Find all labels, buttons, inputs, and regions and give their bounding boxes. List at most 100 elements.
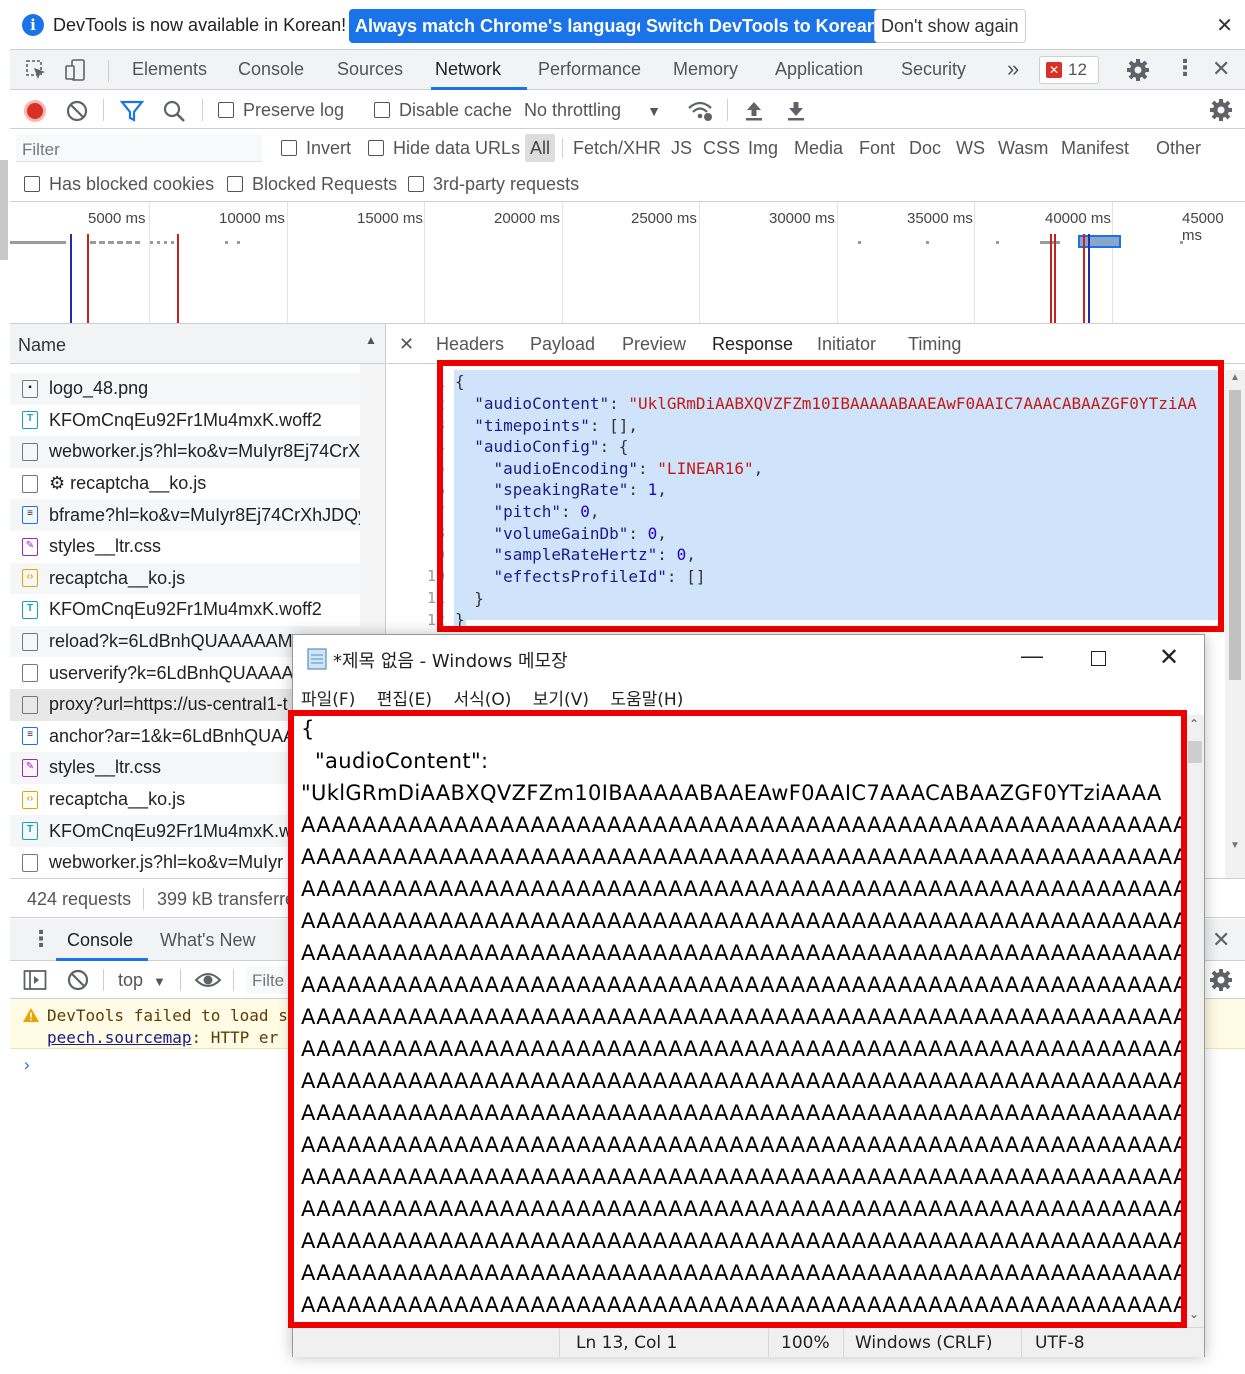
tab-application[interactable]: Application <box>775 59 863 80</box>
switch-to-korean-button[interactable]: Switch DevTools to Korean <box>640 9 884 43</box>
request-list-header: Name ▲ <box>10 324 385 364</box>
maximize-icon[interactable] <box>1091 651 1106 666</box>
filter-type-wasm[interactable]: Wasm <box>998 138 1048 159</box>
request-row[interactable]: T KFOmCnqEu92Fr1Mu4mxK.woff2 <box>10 405 360 437</box>
filter-type-font[interactable]: Font <box>859 138 895 159</box>
notepad-scrollbar[interactable]: ⌃ ⌄ <box>1186 715 1204 1327</box>
name-column-header[interactable]: Name <box>18 335 66 356</box>
tab-timing[interactable]: Timing <box>908 334 961 355</box>
tab-elements[interactable]: Elements <box>132 59 207 80</box>
close-devtools-icon[interactable]: ✕ <box>1212 56 1230 82</box>
clear-icon[interactable] <box>65 99 89 123</box>
request-name: ⚙ recaptcha__ko.js <box>49 473 207 494</box>
network-conditions-icon[interactable] <box>686 98 714 124</box>
error-counter[interactable]: ✕ 12 <box>1039 56 1099 84</box>
drawer-tab-console[interactable]: Console <box>67 930 133 951</box>
request-row[interactable]: T KFOmCnqEu92Fr1Mu4mxK.woff2 <box>10 594 360 626</box>
request-row[interactable]: ‹› recaptcha__ko.js <box>10 562 360 595</box>
always-match-language-button[interactable]: Always match Chrome's language <box>349 9 653 43</box>
close-detail-icon[interactable]: ✕ <box>399 334 414 355</box>
preserve-log-checkbox[interactable]: Preserve log <box>218 100 344 121</box>
menu-view[interactable]: 보기(V) <box>533 690 589 710</box>
tab-console[interactable]: Console <box>238 59 304 80</box>
menu-edit[interactable]: 편집(E) <box>377 690 432 710</box>
more-tabs-icon[interactable]: » <box>1007 56 1019 82</box>
more-options-icon[interactable]: ⋮ <box>1174 55 1196 81</box>
console-sidebar-icon[interactable] <box>23 969 47 991</box>
inspect-element-icon[interactable] <box>24 58 48 82</box>
has-blocked-cookies-checkbox[interactable]: Has blocked cookies <box>24 174 214 195</box>
drawer-tab-whats-new[interactable]: What's New <box>160 930 255 951</box>
menu-help[interactable]: 도움말(H) <box>610 690 683 710</box>
tab-headers[interactable]: Headers <box>436 334 504 355</box>
disable-cache-checkbox[interactable]: Disable cache <box>374 100 512 121</box>
blocked-requests-checkbox[interactable]: Blocked Requests <box>227 174 397 195</box>
tab-network[interactable]: Network <box>435 59 501 80</box>
close-drawer-icon[interactable]: ✕ <box>1212 927 1230 953</box>
filter-type-media[interactable]: Media <box>794 138 843 159</box>
throttling-select[interactable]: No throttling ▼ <box>524 100 661 121</box>
search-icon[interactable] <box>162 99 186 123</box>
notepad-title: *제목 없음 - Windows 메모장 <box>333 651 568 672</box>
other-file-icon <box>22 632 38 651</box>
response-scrollbar[interactable]: ▲ ▼ <box>1225 370 1245 878</box>
dont-show-again-button[interactable]: Don't show again <box>874 9 1026 43</box>
menu-format[interactable]: 서식(O) <box>453 690 511 710</box>
request-row[interactable]: ▪ logo_48.png <box>10 373 360 405</box>
tab-memory[interactable]: Memory <box>673 59 738 80</box>
tick-label: 15000 ms <box>357 210 423 227</box>
drawer-menu-icon[interactable]: ⋮ <box>30 926 52 952</box>
filter-placeholder: Filter <box>22 140 60 159</box>
filter-type-ws[interactable]: WS <box>956 138 985 159</box>
console-settings-gear-icon[interactable] <box>1208 967 1234 993</box>
request-row[interactable]: webworker.js?hl=ko&v=MuIyr8Ej74CrX <box>10 436 360 468</box>
device-toolbar-icon[interactable] <box>64 58 88 82</box>
filter-type-css[interactable]: CSS <box>703 138 740 159</box>
load-marker <box>1050 234 1052 323</box>
request-row[interactable]: ⚙ recaptcha__ko.js <box>10 468 360 500</box>
notepad-scrollbar-thumb[interactable] <box>1188 741 1202 763</box>
invert-checkbox[interactable]: Invert <box>281 138 351 159</box>
tab-performance[interactable]: Performance <box>538 59 641 80</box>
live-expression-eye-icon[interactable] <box>194 969 222 991</box>
filter-input[interactable]: Filter <box>16 134 262 162</box>
filter-type-other[interactable]: Other <box>1156 138 1201 159</box>
filter-type-manifest[interactable]: Manifest <box>1061 138 1129 159</box>
tab-security[interactable]: Security <box>901 59 966 80</box>
tab-preview[interactable]: Preview <box>622 334 686 355</box>
export-har-icon[interactable] <box>785 99 807 123</box>
menu-file[interactable]: 파일(F) <box>301 690 355 710</box>
filter-type-doc[interactable]: Doc <box>909 138 941 159</box>
scrollbar-thumb[interactable] <box>1229 390 1241 680</box>
console-prompt-icon[interactable]: › <box>24 1055 30 1075</box>
settings-gear-icon[interactable] <box>1125 57 1151 83</box>
timeline-overview[interactable]: 5000 ms 10000 ms 15000 ms 20000 ms 25000… <box>10 202 1245 324</box>
tab-initiator[interactable]: Initiator <box>817 334 876 355</box>
outer-scrollbar-thumb[interactable] <box>0 160 8 260</box>
close-icon[interactable]: ✕ <box>1216 13 1233 38</box>
context-selector[interactable]: top ▼ <box>118 970 166 991</box>
network-settings-gear-icon[interactable] <box>1208 97 1234 123</box>
tab-payload[interactable]: Payload <box>530 334 595 355</box>
minimize-icon[interactable]: — <box>1021 643 1043 669</box>
request-name: styles__ltr.css <box>49 536 162 557</box>
request-row[interactable]: ✎ styles__ltr.css <box>10 531 360 563</box>
request-name: bframe?hl=ko&v=MuIyr8Ej74CrXhJDQy <box>49 504 360 525</box>
hide-data-urls-checkbox[interactable]: Hide data URLs <box>368 138 520 159</box>
filter-type-fetch-xhr[interactable]: Fetch/XHR <box>573 138 661 159</box>
import-har-icon[interactable] <box>743 99 765 123</box>
tab-sources[interactable]: Sources <box>337 59 403 80</box>
filter-type-img[interactable]: Img <box>748 138 778 159</box>
clear-console-icon[interactable] <box>66 968 90 992</box>
third-party-requests-checkbox[interactable]: 3rd-party requests <box>408 174 579 195</box>
record-icon[interactable] <box>24 100 46 122</box>
response-highlight-box <box>437 360 1224 632</box>
window-close-icon[interactable]: ✕ <box>1159 643 1179 672</box>
filter-type-js[interactable]: JS <box>671 138 692 159</box>
request-row[interactable]: ≡ bframe?hl=ko&v=MuIyr8Ej74CrXhJDQy <box>10 499 360 531</box>
filter-type-all[interactable]: All <box>530 138 550 159</box>
sourcemap-link[interactable]: peech.sourcemap <box>47 1028 192 1047</box>
filter-icon[interactable] <box>120 99 144 123</box>
sort-up-icon[interactable]: ▲ <box>365 333 377 347</box>
tab-response[interactable]: Response <box>712 334 793 355</box>
